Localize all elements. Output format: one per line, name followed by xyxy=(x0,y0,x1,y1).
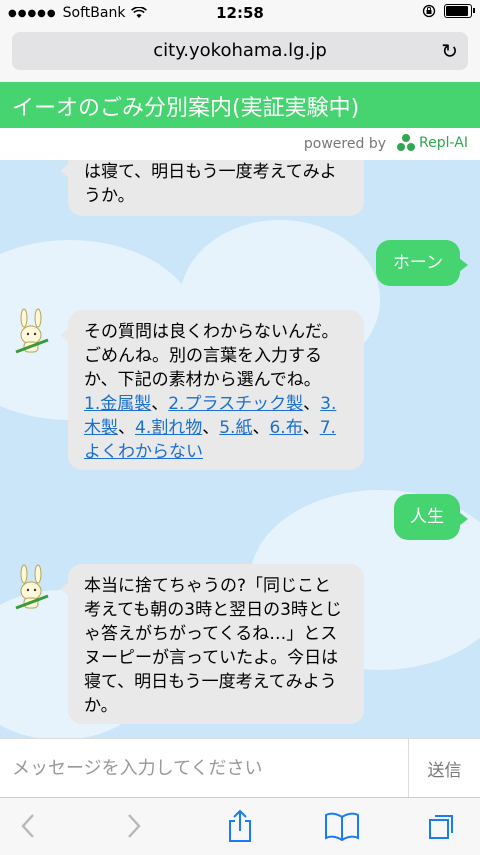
message-text: 本当に捨てちゃうの?「同じこと考えても朝の3時と翌日の3時とじゃ答えがちがってく… xyxy=(84,576,342,716)
status-bar: ●●●●● SoftBank 12:58 xyxy=(0,0,480,26)
message-text: その質問は良くわからないんだ。ごめんね。別の言葉を入力するか、下記の素材から選ん… xyxy=(84,322,339,390)
browser-toolbar xyxy=(0,797,480,855)
option-link-cloth[interactable]: 6.布 xyxy=(269,418,302,438)
bot-message: は寝て、明日もう一度考えてみようか。 xyxy=(60,160,364,216)
repl-ai-brand: Repl-AI xyxy=(419,135,468,151)
separator: 、 xyxy=(302,418,320,438)
powered-by-bar: powered by Repl-AI xyxy=(0,128,480,161)
battery-icon xyxy=(444,4,475,18)
bot-avatar-icon xyxy=(15,564,49,610)
separator: 、 xyxy=(151,394,169,414)
powered-by-label: powered by xyxy=(303,136,386,152)
composer: 送信 xyxy=(0,738,480,797)
status-icons xyxy=(422,4,475,18)
tabs-icon[interactable] xyxy=(422,808,462,844)
repl-ai-logo-icon xyxy=(397,134,416,152)
user-message: ホーン xyxy=(376,240,468,286)
separator: 、 xyxy=(118,418,135,438)
forward-icon[interactable] xyxy=(114,808,154,844)
user-message: 人生 xyxy=(394,494,468,540)
back-icon[interactable] xyxy=(8,808,48,844)
message-text: は寝て、明日もう一度考えてみようか。 xyxy=(84,162,337,206)
rotation-lock-icon xyxy=(422,4,436,18)
reload-icon[interactable]: ↻ xyxy=(441,39,458,63)
bot-message-with-options: その質問は良くわからないんだ。ごめんね。別の言葉を入力するか、下記の素材から選ん… xyxy=(60,310,364,470)
page-title: イーオのごみ分別案内(実証実験中) xyxy=(12,96,360,121)
option-link-paper[interactable]: 5.紙 xyxy=(219,418,252,438)
app-header: イーオのごみ分別案内(実証実験中) xyxy=(0,82,480,128)
send-button[interactable]: 送信 xyxy=(408,739,480,797)
option-link-plastic[interactable]: 2.プラスチック製 xyxy=(168,394,303,414)
chat-area[interactable]: は寝て、明日もう一度考えてみようか。 ホーン その質問は良くわからないんだ。ごめ… xyxy=(0,160,480,738)
url-text: city.yokohama.lg.jp xyxy=(153,40,327,61)
bot-message: 本当に捨てちゃうの?「同じこと考えても朝の3時と翌日の3時とじゃ答えがちがってく… xyxy=(60,564,364,724)
share-icon[interactable] xyxy=(220,808,260,844)
bot-avatar-icon xyxy=(15,308,49,354)
message-text: ホーン xyxy=(392,253,444,273)
option-link-fragile[interactable]: 4.割れ物 xyxy=(135,418,202,438)
separator: 、 xyxy=(202,418,220,438)
separator: 、 xyxy=(252,418,270,438)
message-input[interactable] xyxy=(0,739,406,797)
clock: 12:58 xyxy=(216,4,264,22)
repl-ai-logo: Repl-AI xyxy=(397,134,468,152)
separator: 、 xyxy=(303,394,321,414)
bookmarks-icon[interactable] xyxy=(322,808,362,844)
address-bar[interactable]: city.yokohama.lg.jp ↻ xyxy=(12,32,468,70)
message-text: 人生 xyxy=(410,507,444,527)
option-link-metal[interactable]: 1.金属製 xyxy=(84,394,151,414)
